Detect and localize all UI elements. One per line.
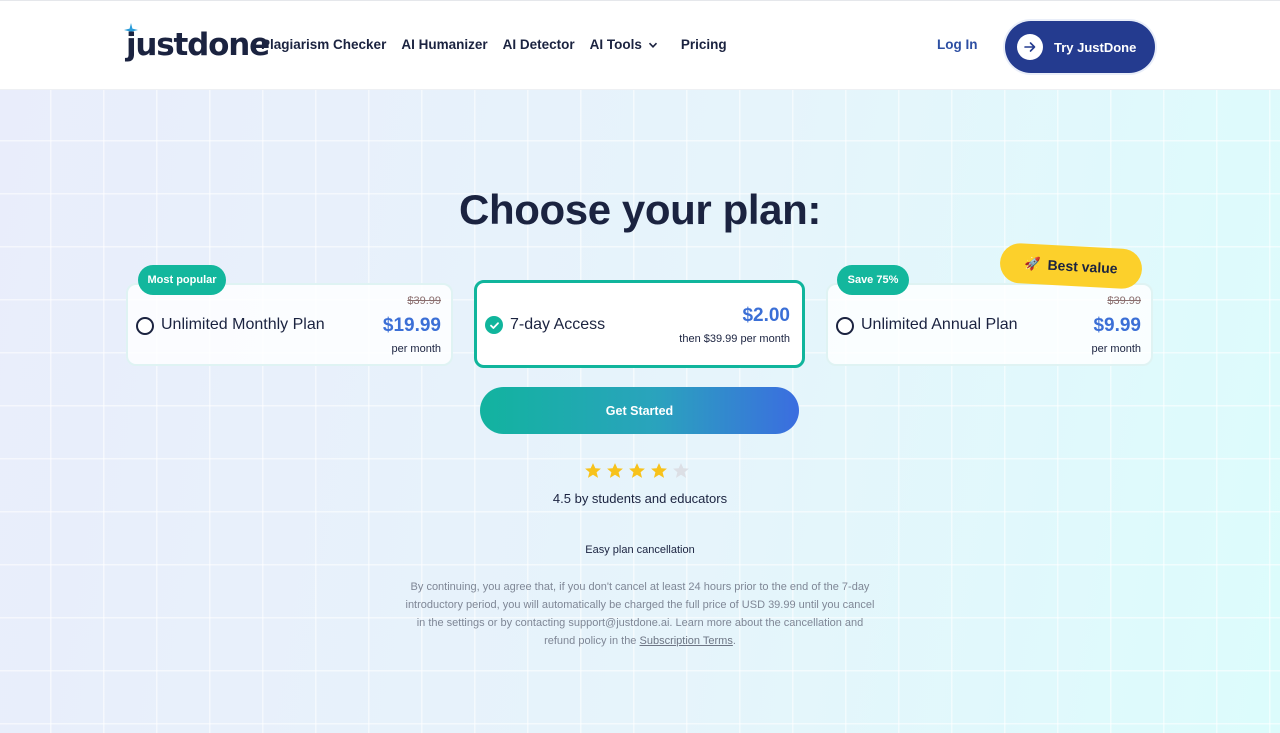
nav-label: AI Tools — [589, 37, 642, 52]
chevron-down-icon — [648, 42, 657, 48]
star-icon — [585, 463, 601, 478]
nav-plagiarism-checker[interactable]: Plagiarism Checker — [261, 37, 386, 52]
plan-price: $19.99 — [382, 315, 441, 336]
nav-label: Plagiarism Checker — [261, 37, 387, 52]
plan-period: per month — [1091, 343, 1141, 355]
try-justdone-button[interactable]: Try JustDone — [1005, 21, 1155, 73]
nav-label: AI Detector — [502, 37, 575, 52]
plan-card-monthly[interactable]: Unlimited Monthly Plan $39.99 $19.99 per… — [126, 283, 453, 366]
plan-period: then $39.99 per month — [679, 333, 790, 345]
plan-period: per month — [391, 343, 441, 355]
nav-pricing[interactable]: Pricing — [681, 37, 727, 52]
best-value-badge: 🚀 Best value — [999, 242, 1143, 290]
logo-text: justdone — [126, 27, 270, 63]
star-empty-icon — [673, 463, 689, 478]
plan-radio[interactable] — [136, 317, 154, 335]
plan-old-price: $39.99 — [407, 295, 441, 307]
disclaimer-end: . — [732, 635, 736, 647]
plan-old-price: $39.99 — [1107, 295, 1141, 307]
get-started-button[interactable]: Get Started — [480, 387, 799, 434]
star-icon — [629, 463, 645, 478]
rating-stars — [584, 462, 690, 480]
page-title: Choose your plan: — [459, 186, 821, 233]
plan-name: Unlimited Annual Plan — [861, 316, 1018, 333]
plan-price: $2.00 — [742, 305, 790, 326]
disclaimer-text: By continuing, you agree that, if you do… — [400, 578, 880, 650]
star-icon — [651, 463, 667, 478]
plan-price: $9.99 — [1093, 315, 1141, 336]
plan-name: Unlimited Monthly Plan — [161, 316, 325, 333]
star-icon — [607, 463, 623, 478]
best-value-label: Best value — [1047, 256, 1118, 277]
most-popular-badge: Most popular — [138, 265, 226, 295]
rocket-icon: 🚀 — [1024, 255, 1042, 272]
arrow-right-icon — [1024, 42, 1036, 52]
plan-card-7-day[interactable]: 7-day Access $2.00 then $39.99 per month — [474, 280, 805, 368]
plan-name: 7-day Access — [510, 316, 606, 333]
subscription-terms-link[interactable]: Subscription Terms — [640, 635, 733, 647]
plan-radio[interactable] — [836, 317, 854, 335]
check-icon[interactable] — [485, 316, 503, 334]
plan-card-annual[interactable]: Unlimited Annual Plan $39.99 $9.99 per m… — [826, 283, 1153, 366]
rating-text: 4.5 by students and educators — [552, 491, 728, 506]
site-header: justdone Plagiarism Checker AI Humanizer… — [0, 0, 1280, 90]
arrow-circle — [1017, 34, 1043, 60]
easy-cancellation-text: Easy plan cancellation — [585, 544, 695, 556]
nav-label: Pricing — [680, 37, 727, 52]
nav-ai-humanizer[interactable]: AI Humanizer — [401, 37, 487, 52]
login-link[interactable]: Log In — [937, 37, 978, 52]
nav-ai-tools-dropdown[interactable]: AI Tools — [590, 37, 658, 52]
main-nav: Plagiarism Checker AI Humanizer AI Detec… — [261, 37, 742, 52]
try-justdone-label: Try JustDone — [1054, 39, 1137, 55]
nav-label: AI Humanizer — [401, 37, 488, 52]
nav-ai-detector[interactable]: AI Detector — [503, 37, 575, 52]
save-badge: Save 75% — [837, 265, 909, 295]
